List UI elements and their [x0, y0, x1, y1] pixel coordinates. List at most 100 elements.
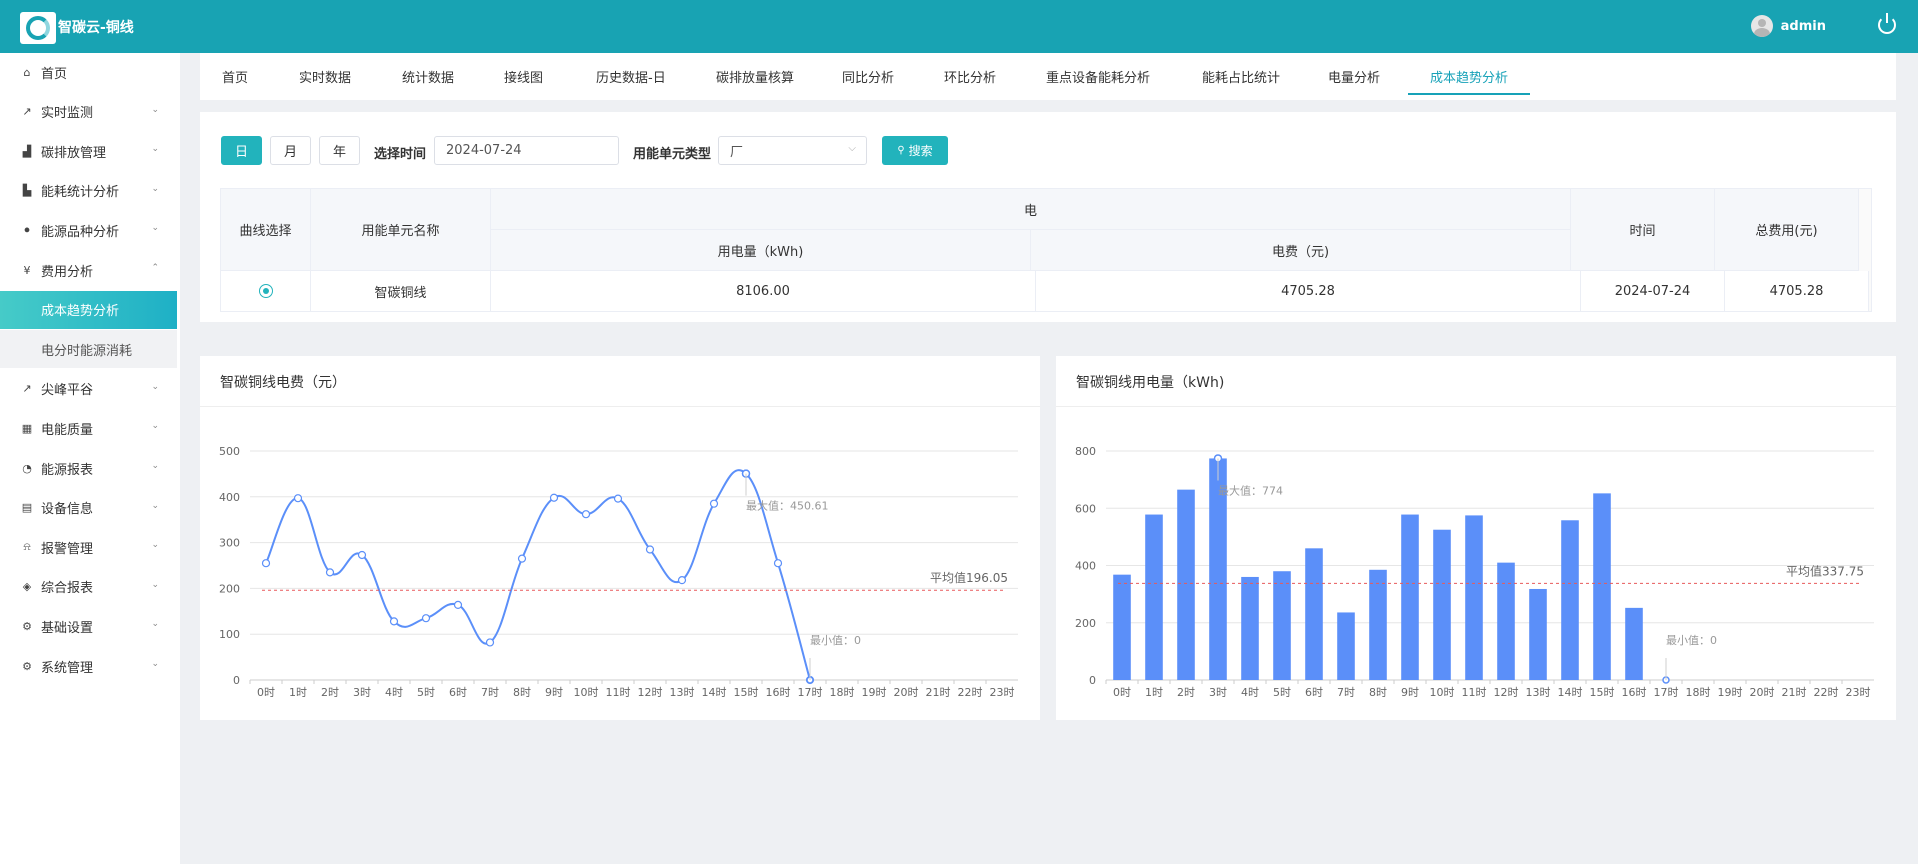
y-tick-label: 0 [233, 674, 240, 687]
y-tick-label: 200 [1075, 617, 1096, 630]
sidebar-item[interactable]: ¥ 费用分析 ⌃ [0, 251, 177, 289]
sidebar-subitem[interactable]: 电分时能源消耗 [0, 330, 177, 369]
table-row-radio-cell[interactable] [221, 271, 311, 312]
search-icon: ⚲ [897, 145, 905, 156]
sidebar-item-label: 能源品种分析 [41, 224, 120, 240]
sidebar-item[interactable]: ⦁ 能源品种分析 ⌄ [0, 211, 177, 249]
data-point [453, 600, 463, 609]
series-line [265, 469, 811, 681]
sidebar-item[interactable]: ▤ 设备信息 ⌄ [0, 489, 177, 527]
y-tick-label: 200 [219, 582, 240, 595]
cell-usage: 8106.00 [491, 271, 1036, 312]
data-point [389, 617, 399, 626]
sidebar-subitem[interactable]: 成本趋势分析 [0, 290, 177, 329]
tab-item[interactable]: 历史数据-日 [596, 53, 666, 100]
x-tick-label: 13时 [1526, 686, 1551, 699]
tab-item[interactable]: 能耗占比统计 [1202, 53, 1280, 100]
date-input[interactable]: 2024-07-24 [434, 136, 619, 165]
tab-item[interactable]: 同比分析 [842, 53, 894, 100]
sidebar-item[interactable]: ▟ 碳排放管理 ⌄ [0, 132, 177, 170]
logout-power-icon[interactable] [1878, 13, 1896, 34]
x-tick-label: 8时 [513, 686, 531, 699]
x-tick-label: 4时 [385, 686, 403, 699]
chevron-down-icon: ⌄ [151, 144, 159, 155]
period-year-button[interactable]: 年 [319, 136, 360, 165]
x-tick-label: 3时 [1209, 686, 1227, 699]
x-tick-label: 6时 [449, 686, 467, 699]
sidebar-item[interactable]: ▦ 电能质量 ⌄ [0, 409, 177, 447]
tab-item[interactable]: 统计数据 [402, 53, 454, 100]
sidebar-item-label: 电能质量 [41, 422, 94, 438]
header-cost: 电费（元) [1031, 230, 1571, 271]
unit-type-value: 厂 [730, 145, 744, 160]
x-tick-label: 2时 [321, 686, 339, 699]
period-month-button[interactable]: 月 [270, 136, 311, 165]
tab-item[interactable]: 碳排放量核算 [716, 53, 794, 100]
data-point [773, 559, 783, 568]
tab-item[interactable]: 成本趋势分析 [1407, 53, 1531, 100]
data-point [261, 559, 271, 568]
curve-select-radio[interactable] [258, 284, 273, 298]
data-point [421, 614, 431, 623]
y-tick-label: 400 [1075, 560, 1096, 573]
sidebar-item-label: 费用分析 [41, 264, 94, 280]
user-menu[interactable]: admin [1750, 15, 1826, 37]
yen-icon: ¥ [23, 263, 31, 277]
sidebar-item[interactable]: ▙ 能耗统计分析 ⌄ [0, 172, 177, 210]
y-tick-label: 400 [219, 491, 240, 504]
app-logo [20, 12, 56, 44]
tab-item[interactable]: 重点设备能耗分析 [1046, 53, 1150, 100]
sidebar-item-label: 综合报表 [41, 581, 94, 597]
x-tick-label: 8时 [1369, 686, 1387, 699]
header-unit-name: 用能单元名称 [311, 189, 491, 271]
data-point [293, 494, 303, 503]
calendar-icon: ▦ [21, 421, 33, 435]
x-tick-label: 5时 [417, 686, 435, 699]
usage-chart-panel: 智碳铜线用电量（kWh) 0 200 400 600 800 0时 1时 2时 3时 4时 5时 6时… [1056, 356, 1896, 720]
bar [1433, 529, 1451, 680]
bar [1401, 514, 1419, 680]
sidebar-item[interactable]: ⚙ 系统管理 ⌄ [0, 647, 177, 685]
bar [1177, 489, 1195, 680]
sidebar-item[interactable]: ↗ 尖峰平谷 ⌄ [0, 370, 177, 408]
y-tick-label: 300 [219, 537, 240, 550]
tab-item[interactable]: 实时数据 [299, 53, 351, 100]
unit-type-select[interactable]: 厂 ⌵ [718, 136, 867, 165]
chevron-down-icon: ⌄ [151, 579, 159, 590]
sidebar-item[interactable]: ⍾ 报警管理 ⌄ [0, 528, 177, 566]
x-tick-label: 9时 [1401, 686, 1419, 699]
tab-item[interactable]: 环比分析 [944, 53, 996, 100]
line-chart-icon: ↗ [22, 382, 32, 396]
x-tick-label: 10时 [574, 686, 599, 699]
period-day-button[interactable]: 日 [221, 136, 262, 165]
x-tick-label: 9时 [545, 686, 563, 699]
sidebar-item[interactable]: ◔ 能源报表 ⌄ [0, 449, 177, 487]
bar [1113, 574, 1131, 680]
x-tick-label: 12时 [1494, 686, 1519, 699]
sidebar-item[interactable]: ◈ 综合报表 ⌄ [0, 568, 177, 606]
chevron-down-icon: ⌄ [151, 540, 159, 551]
bar [1593, 493, 1611, 680]
tab-item[interactable]: 首页 [222, 53, 248, 100]
search-button-label: 搜索 [908, 144, 933, 158]
chevron-down-icon: ⌄ [151, 183, 159, 194]
average-label: 平均值337.75 [1786, 563, 1864, 578]
header-total: 总费用(元) [1715, 189, 1859, 271]
data-point [357, 550, 367, 560]
sidebar-item-label: 基础设置 [41, 620, 94, 636]
x-tick-label: 15时 [734, 686, 759, 699]
sidebar-item[interactable]: ↗ 实时监测 ⌄ [0, 93, 177, 131]
sidebar-item-label: 系统管理 [41, 660, 94, 676]
data-point [645, 545, 655, 554]
x-tick-label: 22时 [1814, 686, 1839, 699]
cell-time: 2024-07-24 [1581, 271, 1725, 312]
sidebar-item[interactable]: ⚙ 基础设置 ⌄ [0, 607, 177, 645]
search-button[interactable]: ⚲ 搜索 [882, 136, 948, 165]
sidebar-item[interactable]: ⌂ 首页 [0, 53, 177, 91]
chevron-down-icon: ⌄ [151, 381, 159, 392]
tab-item[interactable]: 电量分析 [1328, 53, 1380, 100]
chevron-down-icon: ⌄ [151, 500, 159, 511]
x-tick-label: 23时 [1846, 686, 1871, 699]
cost-line-chart: 0 100 200 300 400 500 0时 1时 2时 3时 4时 5时 6时 7时 8时 9时 10时 1… [219, 445, 1018, 699]
tab-item[interactable]: 接线图 [504, 53, 543, 100]
